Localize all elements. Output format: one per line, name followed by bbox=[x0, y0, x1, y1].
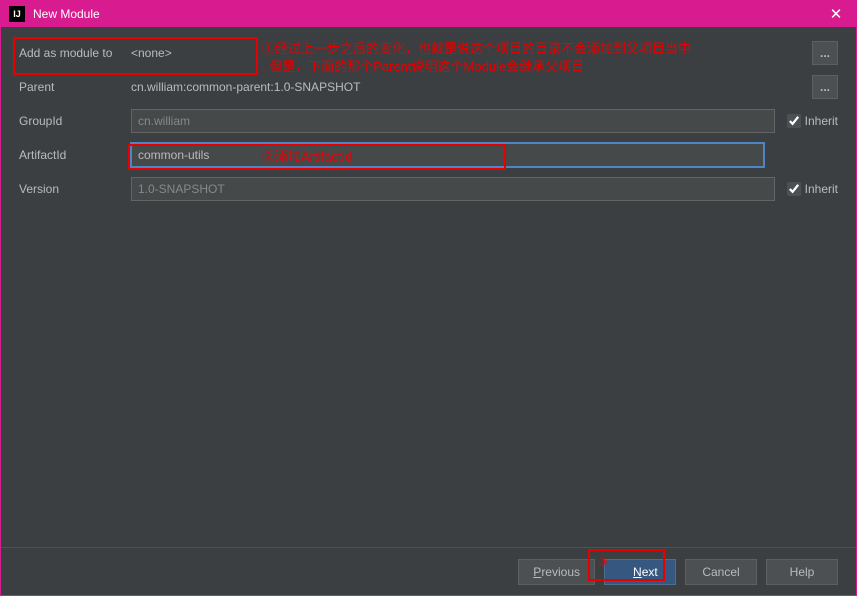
version-inherit-input[interactable] bbox=[787, 182, 801, 196]
add-as-module-label: Add as module to bbox=[19, 46, 131, 60]
annotation-text-2: ②添加ArtifactId bbox=[262, 148, 352, 166]
artifactid-row: ArtifactId bbox=[19, 143, 838, 167]
button-bar: Previous ③Next Cancel Help bbox=[1, 547, 856, 595]
version-row: Version Inherit bbox=[19, 177, 838, 201]
version-inherit-label: Inherit bbox=[805, 182, 838, 196]
app-icon: IJ bbox=[9, 6, 25, 22]
groupid-input[interactable] bbox=[131, 109, 775, 133]
help-button[interactable]: Help bbox=[766, 559, 838, 585]
dialog-content: Add as module to <none> ... Parent cn.wi… bbox=[1, 27, 856, 595]
previous-button[interactable]: Previous bbox=[518, 559, 595, 585]
cancel-button[interactable]: Cancel bbox=[685, 559, 757, 585]
next-button[interactable]: ③Next bbox=[604, 559, 676, 585]
groupid-inherit-input[interactable] bbox=[787, 114, 801, 128]
version-input[interactable] bbox=[131, 177, 775, 201]
parent-row: Parent cn.william:common-parent:1.0-SNAP… bbox=[19, 75, 838, 99]
groupid-row: GroupId Inherit bbox=[19, 109, 838, 133]
parent-label: Parent bbox=[19, 80, 131, 94]
titlebar: IJ New Module ✕ bbox=[1, 1, 856, 27]
groupid-label: GroupId bbox=[19, 114, 131, 128]
artifactid-label: ArtifactId bbox=[19, 148, 131, 162]
annotation-text-1: ①经过上一步之后的变化，也就是说这个项目的目录不会添加到父项目当中 . 但是，下… bbox=[262, 40, 822, 76]
new-module-dialog: IJ New Module ✕ Add as module to <none> … bbox=[0, 0, 857, 596]
parent-browse-button[interactable]: ... bbox=[812, 75, 838, 99]
close-button[interactable]: ✕ bbox=[816, 1, 856, 27]
parent-value: cn.william:common-parent:1.0-SNAPSHOT bbox=[131, 80, 812, 94]
version-label: Version bbox=[19, 182, 131, 196]
window-title: New Module bbox=[33, 7, 816, 21]
groupid-inherit-checkbox[interactable]: Inherit bbox=[787, 114, 838, 128]
artifactid-input[interactable] bbox=[131, 143, 764, 167]
groupid-inherit-label: Inherit bbox=[805, 114, 838, 128]
version-inherit-checkbox[interactable]: Inherit bbox=[787, 182, 838, 196]
